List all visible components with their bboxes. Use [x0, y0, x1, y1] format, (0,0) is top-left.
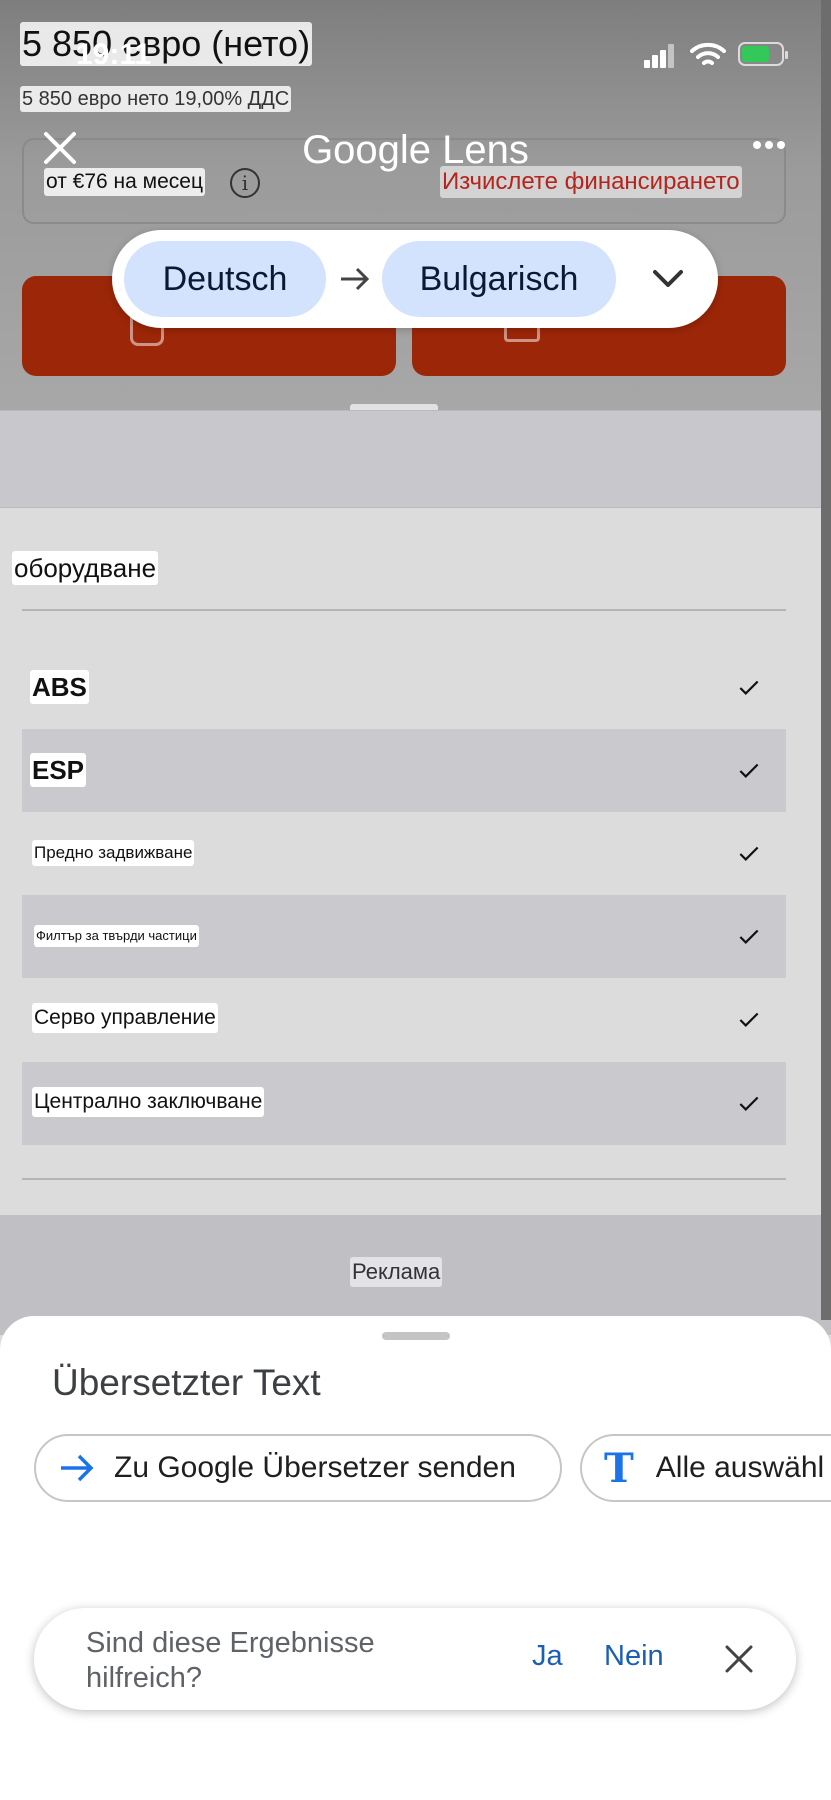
translated-text-sheet: Übersetzter Text Zu Google Übersetzer se…: [0, 1316, 831, 1800]
select-all-label: Alle auswähl: [655, 1451, 825, 1484]
sheet-title: Übersetzter Text: [52, 1362, 321, 1403]
equipment-label: ABS: [30, 670, 89, 704]
equipment-bottom-divider: [22, 1178, 786, 1180]
check-icon: [739, 680, 759, 695]
feedback-no-button[interactable]: Nein: [604, 1640, 664, 1673]
google-wordmark: Google: [302, 128, 432, 172]
equipment-row: ABS: [22, 646, 786, 729]
price-detail-text: 5 850 евро нето 19,00% ДДС: [20, 86, 292, 112]
page-edge-shadow: [821, 0, 831, 1320]
feedback-question: Sind diese Ergebnisse hilfreich?: [86, 1627, 375, 1694]
status-bar: 19:11: [0, 30, 831, 78]
screen: 5 850 евро (нето) 5 850 евро нето 19,00%…: [0, 0, 831, 1800]
cellular-signal-icon: [644, 44, 674, 68]
wifi-icon: [690, 42, 726, 65]
chevron-down-icon[interactable]: [650, 262, 686, 296]
equipment-heading: оборудване: [12, 551, 159, 585]
arrow-right-icon: [341, 267, 370, 291]
source-language-chip[interactable]: Deutsch: [124, 241, 326, 317]
feedback-yes-button[interactable]: Ja: [532, 1640, 563, 1673]
arrow-right-icon: [61, 1454, 94, 1482]
equipment-row: ESP: [22, 729, 786, 812]
equipment-label: Серво управление: [32, 1003, 218, 1033]
check-icon: [739, 763, 759, 778]
select-all-button[interactable]: T Alle auswähl: [580, 1434, 831, 1502]
equipment-top-divider: [22, 609, 786, 611]
lens-wordmark: Lens: [442, 128, 529, 172]
check-icon: [739, 1096, 759, 1111]
equipment-label: ESP: [30, 753, 87, 787]
google-lens-logo: Google Lens: [0, 128, 831, 173]
target-language-chip[interactable]: Bulgarisch: [382, 241, 616, 317]
equipment-row: Централно заключване: [22, 1062, 786, 1145]
equipment-row: Предно задвижване: [22, 812, 786, 895]
more-options-icon[interactable]: [749, 130, 789, 160]
battery-icon: [738, 42, 788, 66]
feedback-card: Sind diese Ergebnisse hilfreich? Ja Nein: [34, 1608, 796, 1710]
equipment-label: Филтър за твърди частици: [34, 925, 199, 947]
check-icon: [739, 846, 759, 861]
send-to-translate-label: Zu Google Übersetzer senden: [114, 1451, 516, 1484]
equipment-label: Централно заключване: [32, 1087, 265, 1117]
check-icon: [739, 929, 759, 944]
clock: 19:11: [76, 38, 152, 71]
equipment-row: Серво управление: [22, 978, 786, 1061]
language-selector: Deutsch Bulgarisch: [112, 230, 718, 328]
section-divider: [0, 410, 831, 508]
sheet-drag-handle[interactable]: [382, 1332, 450, 1340]
equipment-row: Филтър за твърди частици: [22, 895, 786, 978]
text-icon: T: [604, 1444, 634, 1492]
ad-label: Реклама: [350, 1257, 443, 1287]
equipment-label: Предно задвижване: [32, 840, 195, 866]
check-icon: [739, 1012, 759, 1027]
send-to-translate-button[interactable]: Zu Google Übersetzer senden: [34, 1434, 562, 1502]
close-icon[interactable]: [724, 1644, 754, 1674]
